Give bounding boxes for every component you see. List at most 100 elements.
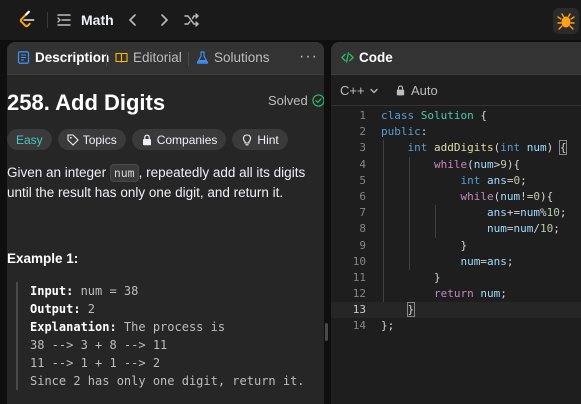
line-number: 14 xyxy=(352,319,366,333)
code-text: } xyxy=(381,270,441,284)
example-output-line: Output: 2 xyxy=(30,300,322,318)
code-line: 14}; xyxy=(331,318,581,334)
line-number: 13 xyxy=(352,303,366,317)
inline-code: num xyxy=(109,164,139,182)
problem-list-link[interactable]: Math xyxy=(81,12,114,28)
code-line: 9 } xyxy=(331,237,581,254)
line-number: 11 xyxy=(352,270,366,284)
code-text: while(num!=0){ xyxy=(460,189,554,203)
code-text: } xyxy=(381,238,468,252)
code-line: 12 return num; xyxy=(331,286,581,303)
code-text: num=ans; xyxy=(460,254,514,268)
code-panel: Code C++ Auto 1 class Solution { 2 public:… xyxy=(331,42,581,404)
example-title: Example 1: xyxy=(7,251,79,266)
input-value: num = 38 xyxy=(73,284,139,298)
code-text: public: xyxy=(381,125,428,139)
line-number: 5 xyxy=(359,173,366,187)
chevron-left-icon[interactable] xyxy=(124,11,142,29)
description-tabbar: Description Editorial Solutions ··· xyxy=(7,42,324,75)
debug-button[interactable] xyxy=(553,8,579,34)
tab-editorial-label: Editorial xyxy=(133,50,182,65)
tab-editorial[interactable]: Editorial xyxy=(115,50,182,65)
companies-label: Companies xyxy=(156,132,218,147)
shuffle-icon[interactable] xyxy=(183,11,201,29)
description-text-1: Given an integer xyxy=(7,165,110,180)
output-value: 2 xyxy=(80,302,96,316)
difficulty-badge: Easy xyxy=(7,129,52,150)
example-block: Input: num = 38 Output: 2 Explanation: T… xyxy=(16,282,322,390)
line-number: 9 xyxy=(359,238,366,252)
code-tabbar: Code xyxy=(331,42,581,75)
auto-mode-toggle[interactable]: Auto xyxy=(395,83,438,98)
code-text: class Solution { xyxy=(381,109,487,122)
code-text: } xyxy=(406,302,416,318)
line-number: 3 xyxy=(359,141,366,155)
line-number: 10 xyxy=(352,254,366,268)
code-line: 10 num=ans; xyxy=(331,253,581,270)
explanation-step: Since 2 has only one digit, return it. xyxy=(30,374,305,388)
lock-icon xyxy=(396,85,405,96)
auto-mode-label: Auto xyxy=(411,83,438,98)
hint-label: Hint xyxy=(257,132,279,147)
lock-icon xyxy=(142,134,151,145)
tab-description[interactable]: Description xyxy=(17,50,109,65)
problem-tags: Easy Topics Companies Hint xyxy=(7,129,288,150)
line-number: 4 xyxy=(359,157,366,171)
panel-resize-handle[interactable] xyxy=(325,323,328,341)
code-text: return num; xyxy=(433,287,507,301)
topics-label: Topics xyxy=(82,132,117,147)
tab-solutions-label: Solutions xyxy=(214,50,270,65)
code-line: 4 while(num>9){ xyxy=(331,156,581,173)
leetcode-logo[interactable] xyxy=(16,9,38,31)
tab-divider xyxy=(106,52,107,66)
language-value: C++ xyxy=(340,83,365,98)
tag-icon xyxy=(67,133,79,146)
lightbulb-icon xyxy=(243,133,252,145)
description-icon xyxy=(17,51,30,64)
example-explanation-line: Explanation: The process is xyxy=(30,318,322,336)
code-text: int ans=0; xyxy=(460,173,527,187)
code-line: 8 num=num/10; xyxy=(331,221,581,238)
input-label: Input: xyxy=(30,284,74,298)
code-line: 2 public: xyxy=(331,124,581,140)
chevron-right-icon[interactable] xyxy=(155,11,173,29)
solved-status: Solved xyxy=(268,93,324,108)
description-panel: Description Editorial Solutions ··· 258.… xyxy=(7,42,324,404)
line-number: 2 xyxy=(359,125,366,139)
code-line: 11 } xyxy=(331,269,581,287)
nav-divider xyxy=(47,12,48,28)
code-text: int addDigits(int num) { xyxy=(407,140,568,156)
line-number: 12 xyxy=(352,287,366,301)
output-label: Output: xyxy=(30,302,81,316)
tab-code[interactable]: Code xyxy=(341,50,393,65)
topics-chip[interactable]: Topics xyxy=(57,129,126,150)
problem-title: 258. Add Digits xyxy=(7,90,166,115)
hint-chip[interactable]: Hint xyxy=(232,129,288,150)
problem-description: Given an integer num, repeatedly add all… xyxy=(7,163,319,203)
line-number: 6 xyxy=(359,189,366,203)
code-text: while(num>9){ xyxy=(433,157,521,171)
list-icon[interactable] xyxy=(56,12,72,28)
tab-solutions[interactable]: Solutions xyxy=(196,50,270,65)
explanation-label: Explanation: xyxy=(30,320,117,334)
solved-label: Solved xyxy=(268,93,308,108)
chevron-down-icon xyxy=(369,88,378,93)
code-editor[interactable]: 1 class Solution { 2 public: 3 int addDigi… xyxy=(331,108,581,335)
explanation-step: 11 --> 1 + 1 --> 2 xyxy=(30,356,161,370)
language-select[interactable]: C++ xyxy=(340,83,379,98)
tab-divider xyxy=(188,52,189,66)
bug-icon xyxy=(557,13,575,30)
flask-icon xyxy=(196,51,209,64)
code-line: 1 class Solution { xyxy=(331,108,581,124)
check-circle-icon xyxy=(312,94,324,107)
code-text: }; xyxy=(381,319,395,333)
more-options-button[interactable]: ··· xyxy=(299,48,318,66)
code-line: 3 int addDigits(int num) { xyxy=(331,140,581,157)
code-line: 7 ans+=num%10; xyxy=(331,205,581,222)
explanation-step: 38 --> 3 + 8 --> 11 xyxy=(30,338,168,352)
book-icon xyxy=(115,52,128,63)
top-nav-bar: Math xyxy=(0,0,581,40)
companies-chip[interactable]: Companies xyxy=(131,129,227,150)
tab-description-label: Description xyxy=(35,50,110,65)
line-number: 1 xyxy=(359,109,366,122)
